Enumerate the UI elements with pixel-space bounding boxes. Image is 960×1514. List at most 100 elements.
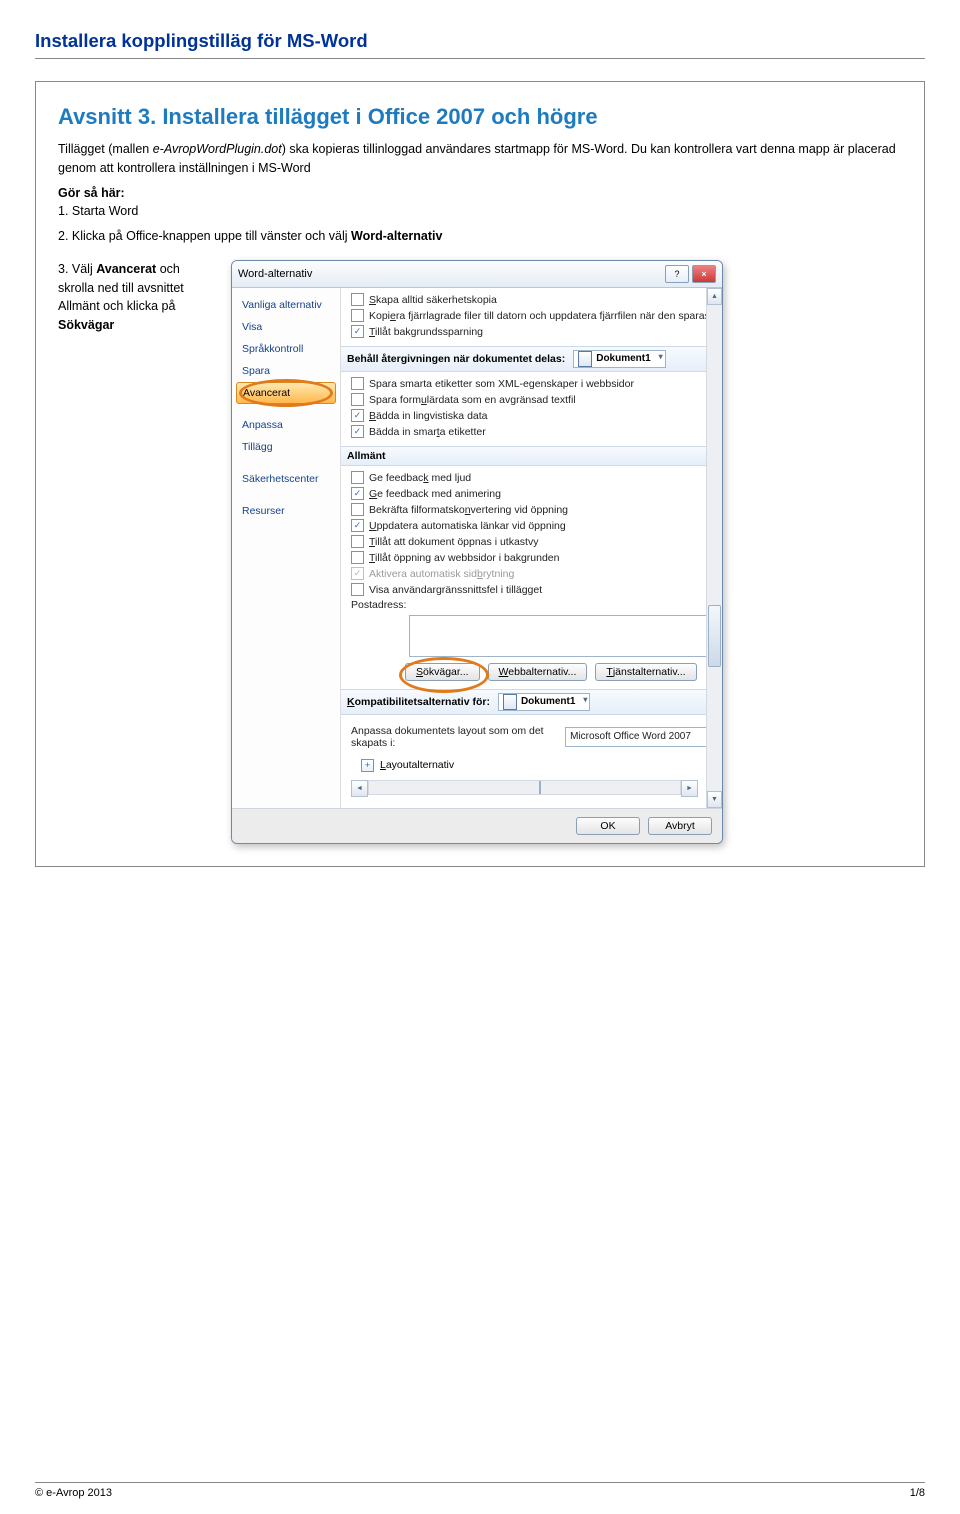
sidebar-item-resources[interactable]: Resurser	[232, 500, 340, 522]
sidebar-item-show[interactable]: Visa	[232, 316, 340, 338]
scroll-right-icon[interactable]: ►	[681, 780, 698, 797]
vertical-scrollbar[interactable]: ▲ ▼	[706, 288, 722, 808]
dialog-help-button[interactable]: ?	[665, 265, 689, 283]
sidebar-item-trust[interactable]: Säkerhetscenter	[232, 468, 340, 490]
scroll-up-icon[interactable]: ▲	[707, 288, 722, 305]
post-address-input[interactable]	[409, 615, 722, 657]
vscroll-track[interactable]	[707, 305, 722, 791]
u: U	[369, 520, 377, 532]
lbl: jänstalternativ...	[613, 666, 686, 678]
compat-text: Anpassa dokumentets layout som om det sk…	[351, 725, 557, 749]
opt-draft-open[interactable]: Tillåt att dokument öppnas i utkastvy	[351, 534, 716, 550]
a: Bädda in smar	[369, 426, 437, 438]
opt-web-bg[interactable]: Tillåt öppning av webbsidor i bakgrunden	[351, 550, 716, 566]
hscroll-track[interactable]	[368, 780, 681, 795]
lbl: ppdatera automatiska länkar vid öppning	[377, 520, 566, 532]
opt-feedback-anim[interactable]: Ge feedback med animering	[351, 486, 716, 502]
checkbox-icon[interactable]	[351, 293, 364, 306]
checkbox-icon[interactable]	[351, 409, 364, 422]
lbl: kapa alltid säkerhetskopia	[376, 294, 497, 306]
sidebar-item-customize[interactable]: Anpassa	[232, 414, 340, 436]
section-title: Avsnitt 3. Installera tillägget i Office…	[58, 104, 902, 130]
checkbox-icon[interactable]	[351, 487, 364, 500]
dialog-close-button[interactable]: ×	[692, 265, 716, 283]
checkbox-icon[interactable]	[351, 425, 364, 438]
compat-version-dropdown[interactable]: Microsoft Office Word 2007	[565, 727, 716, 747]
opt-confirm-conv[interactable]: Bekräfta filformatskonvertering vid öppn…	[351, 502, 716, 518]
b: lärdata som en avgränsad textfil	[427, 394, 576, 406]
opt-formdata[interactable]: Spara formulärdata som en avgränsad text…	[351, 392, 716, 408]
step2-a: 2. Klicka på Office-knappen uppe till vä…	[58, 229, 351, 243]
checkbox-icon	[351, 567, 364, 580]
checkbox-icon[interactable]	[351, 519, 364, 532]
a: Kopi	[369, 310, 390, 322]
a: Bekräfta filformatsko	[369, 504, 465, 516]
dd-val: Microsoft Office Word 2007	[570, 731, 691, 742]
scroll-left-icon[interactable]: ◄	[351, 780, 368, 797]
cancel-button[interactable]: Avbryt	[648, 817, 712, 835]
layout-options-expander[interactable]: + Layoutalternativ	[351, 755, 716, 776]
opt-ui-errors[interactable]: Visa användargränssnittsfel i tillägget	[351, 582, 716, 598]
document-icon	[578, 351, 592, 367]
footer-page-number: 1/8	[910, 1487, 925, 1499]
compat-doc-dropdown[interactable]: Dokument1	[498, 693, 590, 711]
document-icon	[503, 694, 517, 710]
lbl: Visa användargränssnittsfel i tillägget	[369, 584, 542, 596]
checkbox-icon[interactable]	[351, 377, 364, 390]
sidebar-item-addins[interactable]: Tillägg	[232, 436, 340, 458]
section-frame: Avsnitt 3. Installera tillägget i Office…	[35, 81, 925, 867]
scroll-down-icon[interactable]: ▼	[707, 791, 722, 808]
opt-feedback-sound[interactable]: Ge feedback med ljud	[351, 470, 716, 486]
step3-a: 3. Välj	[58, 262, 96, 276]
lbl: ökvägar...	[423, 666, 469, 678]
opt-auto-pagebreak: Aktivera automatisk sidbrytning	[351, 566, 716, 582]
lbl: ayoutalternativ	[386, 759, 454, 771]
opt-postaddr: Postadress:	[351, 598, 716, 613]
sidebar-item-save[interactable]: Spara	[232, 360, 340, 382]
opt-smarttags[interactable]: Bädda in smarta etiketter	[351, 424, 716, 440]
checkbox-icon[interactable]	[351, 309, 364, 322]
opt-xml[interactable]: Spara smarta etiketter som XML-egenskape…	[351, 376, 716, 392]
group-general: Allmänt	[341, 446, 722, 466]
steps-heading: Gör så här: 1. Starta Word	[58, 184, 902, 222]
paths-button[interactable]: Sökvägar...	[405, 663, 480, 681]
b: rytning	[483, 568, 515, 580]
horizontal-scrollbar[interactable]: ◄ ►	[351, 780, 698, 795]
lbl: illåt att dokument öppnas i utkastvy	[375, 536, 538, 548]
step3-d: Sökvägar	[58, 318, 114, 332]
lbl: illåt öppning av webbsidor i bakgrunden	[375, 552, 559, 564]
a: Spara form	[369, 394, 421, 406]
opt-remote[interactable]: Kopiera fjärrlagrade filer till datorn o…	[351, 308, 716, 324]
checkbox-icon[interactable]	[351, 471, 364, 484]
opt-backup[interactable]: Skapa alltid säkerhetskopia	[351, 292, 716, 308]
checkbox-icon[interactable]	[351, 583, 364, 596]
dd-val: Dokument1	[521, 696, 575, 707]
checkbox-icon[interactable]	[351, 325, 364, 338]
sidebar-item-advanced[interactable]: Avancerat	[236, 382, 336, 404]
opt-linguistic[interactable]: Bädda in lingvistiska data	[351, 408, 716, 424]
fidelity-doc-dropdown[interactable]: Dokument1	[573, 350, 665, 368]
lbl: e feedback med animering	[377, 488, 501, 500]
step-1: 1. Starta Word	[58, 204, 138, 218]
b: vertering vid öppning	[471, 504, 568, 516]
checkbox-icon[interactable]	[351, 503, 364, 516]
sidebar-item-common[interactable]: Vanliga alternativ	[232, 294, 340, 316]
u: B	[369, 410, 376, 422]
lbl: illåt bakgrundssparning	[375, 326, 483, 338]
hscroll-thumb[interactable]	[539, 781, 541, 794]
sidebar-item-langcheck[interactable]: Språkkontroll	[232, 338, 340, 360]
ok-button[interactable]: OK	[576, 817, 640, 835]
dialog-sidebar: Vanliga alternativ Visa Språkkontroll Sp…	[232, 288, 341, 808]
opt-update-links[interactable]: Uppdatera automatiska länkar vid öppning	[351, 518, 716, 534]
web-options-button[interactable]: Webbalternativ...	[488, 663, 588, 681]
checkbox-icon[interactable]	[351, 551, 364, 564]
step3-b: Avancerat	[96, 262, 156, 276]
word-options-dialog: Word-alternativ ? × Vanliga alternativ V…	[231, 260, 723, 844]
checkbox-icon[interactable]	[351, 393, 364, 406]
u: W	[499, 666, 509, 678]
checkbox-icon[interactable]	[351, 535, 364, 548]
service-options-button[interactable]: Tjänstalternativ...	[595, 663, 696, 681]
vscroll-thumb[interactable]	[708, 605, 721, 667]
opt-bgsave[interactable]: Tillåt bakgrundssparning	[351, 324, 716, 340]
a: Ge feedbac	[369, 472, 423, 484]
